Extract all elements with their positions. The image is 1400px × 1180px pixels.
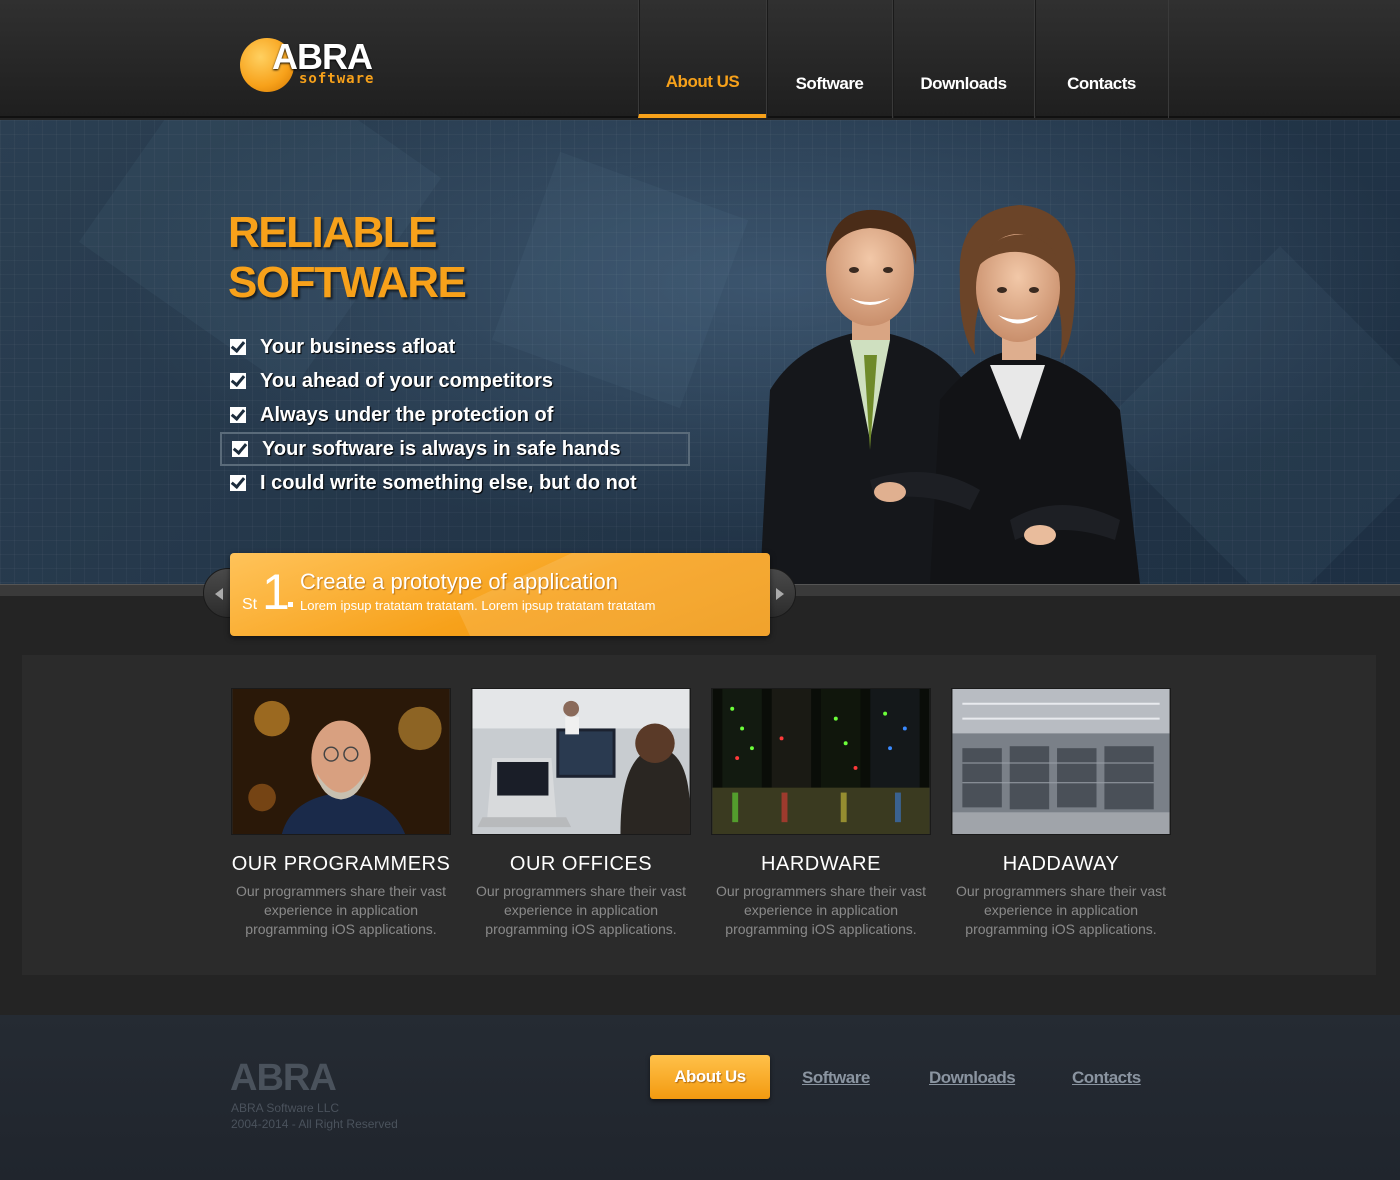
checkbox-checked-icon [230,475,246,491]
footer-copyright: 2004-2014 - All Right Reserved [231,1117,398,1131]
programmer-photo[interactable] [231,688,451,835]
hero-list-item[interactable]: You ahead of your competitors [220,364,690,398]
hero-list-item[interactable]: Always under the protection of [220,398,690,432]
logo-subtext: software [299,71,375,87]
feature-card: OUR OFFICES Our programmers share their … [471,688,691,939]
slide-step-number: 1 [262,564,290,620]
features-section: OUR PROGRAMMERS Our programmers share th… [22,655,1376,975]
logo[interactable]: ABRA software [240,36,400,96]
hero-list-item-selected[interactable]: Your software is always in safe hands [220,432,690,466]
slide-title: Create a prototype of application [300,569,618,594]
feature-card: OUR PROGRAMMERS Our programmers share th… [231,688,451,939]
footer-link-contacts[interactable]: Contacts [1072,1068,1141,1088]
hero-list-item[interactable]: I could write something else, but do not [220,466,690,500]
footer-link-downloads[interactable]: Downloads [929,1068,1016,1088]
feature-description: Our programmers share their vast experie… [475,883,687,937]
feature-description: Our programmers share their vast experie… [235,883,447,937]
datacenter-photo[interactable] [951,688,1171,835]
hero-list-item-label: You ahead of your competitors [260,369,553,392]
feature-description: Our programmers share their vast experie… [715,883,927,937]
footer-link-software[interactable]: Software [802,1068,870,1088]
slide-step-dot [288,602,293,607]
feature-title: HARDWARE [761,853,881,875]
feature-title: OUR OFFICES [509,853,653,875]
site-header: ABRA software About US Software Download… [0,0,1400,118]
footer-about-us-button[interactable]: About Us [650,1055,770,1099]
nav-item-software[interactable]: Software [766,0,892,118]
hero-title-line2: SOFTWARE [228,258,467,307]
checkbox-checked-icon [230,339,246,355]
hero-list-item[interactable]: Your business afloat [220,330,690,364]
hero-list-item-label: I could write something else, but do not [260,471,637,494]
feature-description: Our programmers share their vast experie… [955,883,1167,937]
feature-card: HARDWARE Our programmers share their vas… [711,688,931,939]
nav-item-about-us[interactable]: About US [638,0,766,118]
feature-card: HADDAWAY Our programmers share their vas… [951,688,1171,939]
footer-logo[interactable]: ABRA [230,1057,337,1100]
site-footer: ABRA ABRA Software LLC 2004-2014 - All R… [0,1015,1400,1180]
hero-list-item-label: Always under the protection of [260,403,554,426]
checkbox-checked-icon [230,407,246,423]
hero-list-item-label: Your business afloat [260,335,456,358]
checkbox-checked-icon [232,441,248,457]
hero-title-line1: RELIABLE [228,208,438,257]
hardware-photo[interactable] [711,688,931,835]
feature-title: HADDAWAY [1002,853,1120,875]
feature-title: OUR PROGRAMMERS [231,853,451,875]
checkbox-checked-icon [230,373,246,389]
main-nav: About US Software Downloads Contacts [638,0,1169,118]
hero-banner: RELIABLE SOFTWARE Your business afloat Y… [0,120,1400,584]
arrow-right-icon [776,588,784,600]
arrow-left-icon [215,588,223,600]
slide-subtitle: Lorem ipsup tratatam tratatam. Lorem ips… [300,598,656,613]
office-photo[interactable] [471,688,691,835]
business-people-photo [760,205,1140,584]
slide-step-prefix: St [242,596,258,613]
hero-feature-list: Your business afloat You ahead of your c… [220,330,690,500]
nav-item-contacts[interactable]: Contacts [1034,0,1169,118]
nav-item-downloads[interactable]: Downloads [892,0,1034,118]
slide-card[interactable]: St 1 Create a prototype of application L… [230,553,770,636]
footer-company-name: ABRA Software LLC [231,1101,340,1115]
hero-list-item-label: Your software is always in safe hands [262,437,621,460]
